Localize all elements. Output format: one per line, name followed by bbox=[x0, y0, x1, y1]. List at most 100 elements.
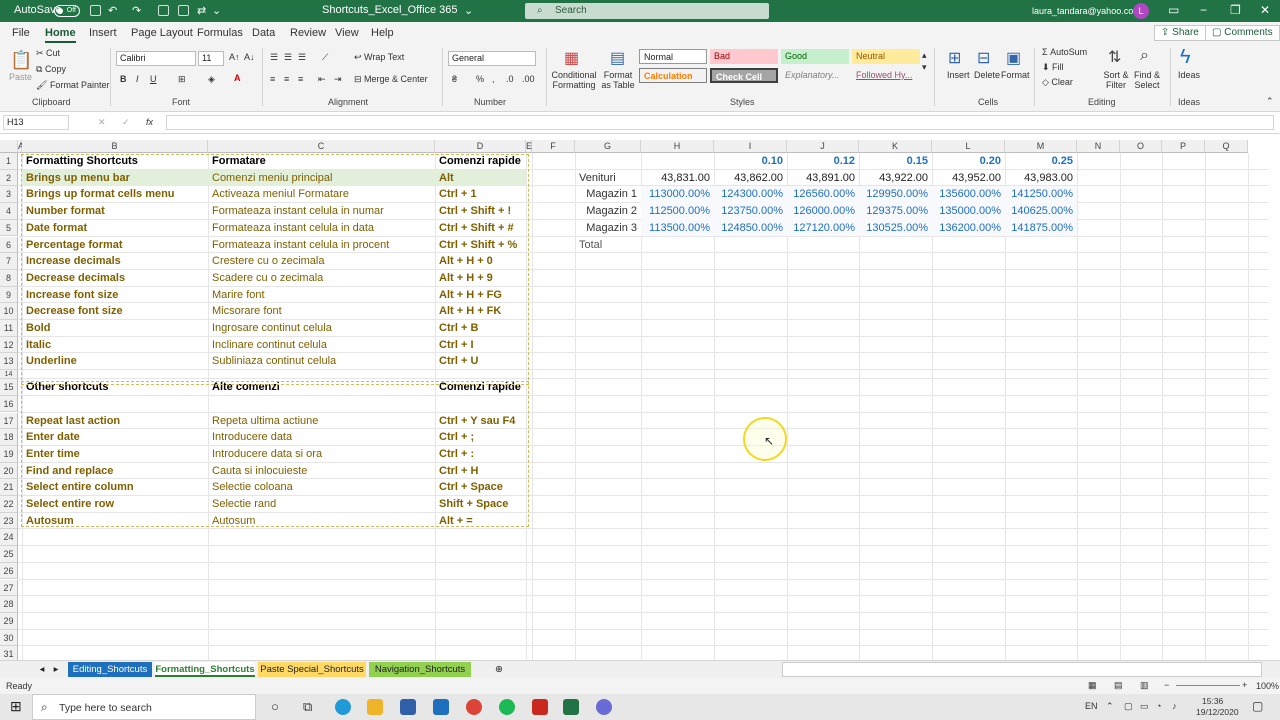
store-icon[interactable] bbox=[400, 699, 416, 715]
value-cell[interactable]: 43,862.00 bbox=[714, 170, 787, 187]
select-all-corner[interactable] bbox=[0, 140, 18, 153]
page-layout-view-icon[interactable]: ▤ bbox=[1114, 680, 1123, 691]
paste-icon[interactable]: 📋 bbox=[10, 50, 32, 71]
align-bottom-icon[interactable]: ☰ bbox=[298, 52, 306, 63]
merge-center-button[interactable]: ⊟ Merge & Center bbox=[354, 74, 428, 85]
row-header[interactable]: 27 bbox=[0, 579, 18, 597]
decrease-decimal-icon[interactable]: .00 bbox=[522, 74, 535, 84]
find-select-icon[interactable]: ⌕ bbox=[1140, 47, 1149, 65]
mail-icon[interactable] bbox=[433, 699, 449, 715]
label-cell[interactable]: Venituri bbox=[575, 170, 641, 187]
row-header[interactable]: 29 bbox=[0, 612, 18, 630]
percent-cell[interactable]: 124300.00% bbox=[714, 186, 787, 204]
percent-cell[interactable]: 129950.00% bbox=[859, 186, 932, 204]
tab-paste-special-shortcuts[interactable]: Paste Special_Shortcuts bbox=[258, 662, 366, 677]
row-header[interactable]: 5 bbox=[0, 219, 18, 237]
tab-navigation-shortcuts[interactable]: Navigation_Shortcuts bbox=[369, 662, 471, 677]
clock-time[interactable]: 15:36 bbox=[1202, 696, 1223, 706]
style-calculation[interactable]: Calculation bbox=[639, 68, 707, 83]
percent-cell[interactable]: 135600.00% bbox=[932, 186, 1005, 204]
align-right-icon[interactable]: ≡ bbox=[298, 74, 303, 84]
user-email[interactable]: laura_tandara@yahoo.com bbox=[1032, 6, 1141, 16]
normal-view-icon[interactable]: ▦ bbox=[1088, 680, 1097, 691]
page-break-view-icon[interactable]: ▥ bbox=[1140, 680, 1149, 691]
autosave-toggle[interactable]: Off bbox=[54, 5, 80, 17]
percent-icon[interactable]: % bbox=[476, 74, 484, 84]
autosum-button[interactable]: Σ AutoSum bbox=[1042, 47, 1087, 57]
zoom-level[interactable]: 100% bbox=[1256, 681, 1279, 691]
column-header[interactable]: C bbox=[208, 140, 435, 153]
row-header[interactable]: 18 bbox=[0, 429, 18, 446]
next-sheet-icon[interactable]: ▸ bbox=[50, 662, 62, 677]
tab-data[interactable]: Data bbox=[252, 27, 275, 39]
name-box[interactable]: H13 bbox=[3, 115, 69, 130]
row-header[interactable]: 6 bbox=[0, 236, 18, 254]
style-check-cell[interactable]: Check Cell bbox=[710, 68, 778, 83]
clear-button[interactable]: ◇ Clear bbox=[1042, 77, 1073, 88]
column-header[interactable]: M bbox=[1005, 140, 1077, 153]
row-header[interactable]: 17 bbox=[0, 412, 18, 430]
share-button[interactable]: ⇪ Share bbox=[1154, 25, 1206, 41]
percent-cell[interactable]: 113000.00% bbox=[641, 186, 714, 204]
formula-input[interactable] bbox=[166, 115, 1274, 130]
horizontal-scrollbar[interactable] bbox=[782, 662, 1262, 677]
collapse-ribbon-icon[interactable]: ⌃ bbox=[1266, 96, 1274, 107]
restore-icon[interactable]: ❐ bbox=[1230, 3, 1241, 17]
value-cell[interactable]: 43,983.00 bbox=[1005, 170, 1077, 187]
percent-cell[interactable]: 112500.00% bbox=[641, 203, 714, 220]
tab-page-layout[interactable]: Page Layout bbox=[131, 27, 193, 39]
increase-decimal-icon[interactable]: .0 bbox=[506, 74, 514, 84]
copy-button[interactable]: ⧉ Copy bbox=[36, 64, 66, 75]
filename-chevron-icon[interactable]: ⌄ bbox=[464, 4, 473, 17]
align-center-icon[interactable]: ≡ bbox=[284, 74, 289, 84]
tab-editing-shortcuts[interactable]: Editing_Shortcuts bbox=[68, 662, 152, 677]
percent-cell[interactable]: 130525.00% bbox=[859, 219, 932, 237]
ideas-icon[interactable]: ϟ bbox=[1180, 46, 1191, 69]
align-middle-icon[interactable]: ☰ bbox=[284, 52, 292, 63]
increase-indent-icon[interactable]: ⇥ bbox=[334, 74, 342, 85]
styles-scroll-up-icon[interactable]: ▴ bbox=[922, 50, 927, 61]
style-normal[interactable]: Normal bbox=[639, 49, 707, 64]
tray-chevron-icon[interactable]: ⌃ bbox=[1106, 701, 1114, 712]
excel-icon[interactable] bbox=[563, 699, 579, 715]
percent-cell[interactable]: 141875.00% bbox=[1005, 219, 1077, 237]
number-format-select[interactable]: General bbox=[448, 51, 536, 66]
style-good[interactable]: Good bbox=[781, 49, 849, 64]
row-header[interactable]: 9 bbox=[0, 286, 18, 304]
enter-icon[interactable]: ✓ bbox=[122, 117, 130, 128]
row-header[interactable]: 22 bbox=[0, 496, 18, 513]
row-header[interactable]: 8 bbox=[0, 269, 18, 287]
search-input[interactable]: ⌕ Search bbox=[525, 3, 769, 19]
row-header[interactable]: 28 bbox=[0, 596, 18, 613]
row-header[interactable]: 7 bbox=[0, 253, 18, 270]
decrease-indent-icon[interactable]: ⇤ bbox=[318, 74, 326, 85]
zoom-in-icon[interactable]: + bbox=[1242, 680, 1247, 690]
column-header[interactable]: J bbox=[787, 140, 859, 153]
row-header[interactable]: 10 bbox=[0, 303, 18, 320]
undo-icon[interactable]: ↶ bbox=[108, 4, 117, 17]
tab-home[interactable]: Home bbox=[45, 27, 76, 43]
wrap-text-button[interactable]: ↩ Wrap Text bbox=[354, 52, 404, 63]
battery-icon[interactable]: ▭ bbox=[1140, 701, 1149, 712]
rate-cell[interactable]: 0.10 bbox=[714, 153, 787, 170]
notifications-icon[interactable]: ▢ bbox=[1252, 699, 1263, 713]
insert-table-icon[interactable] bbox=[158, 5, 169, 16]
value-cell[interactable]: 43,952.00 bbox=[932, 170, 1005, 187]
store-label[interactable]: Magazin 2 bbox=[575, 203, 641, 220]
fill-button[interactable]: ⬇ Fill bbox=[1042, 62, 1064, 73]
redo-icon[interactable]: ↷ bbox=[132, 4, 141, 17]
font-size-select[interactable]: 11 bbox=[198, 51, 224, 66]
recorder-icon[interactable] bbox=[596, 699, 612, 715]
styles-scroll-down-icon[interactable]: ▾ bbox=[922, 62, 927, 73]
decrease-font-icon[interactable]: A↓ bbox=[244, 52, 255, 62]
percent-cell[interactable]: 129375.00% bbox=[859, 203, 932, 220]
column-header[interactable]: D bbox=[435, 140, 526, 153]
row-header[interactable]: 13 bbox=[0, 353, 18, 371]
percent-cell[interactable]: 113500.00% bbox=[641, 219, 714, 237]
value-cell[interactable]: 43,891.00 bbox=[787, 170, 859, 187]
row-header[interactable]: 25 bbox=[0, 546, 18, 563]
row-header[interactable]: 14 bbox=[0, 370, 18, 380]
tray-app-icon[interactable]: ▢ bbox=[1124, 701, 1133, 712]
column-header[interactable]: P bbox=[1162, 140, 1205, 153]
store-label[interactable]: Magazin 1 bbox=[575, 186, 641, 203]
